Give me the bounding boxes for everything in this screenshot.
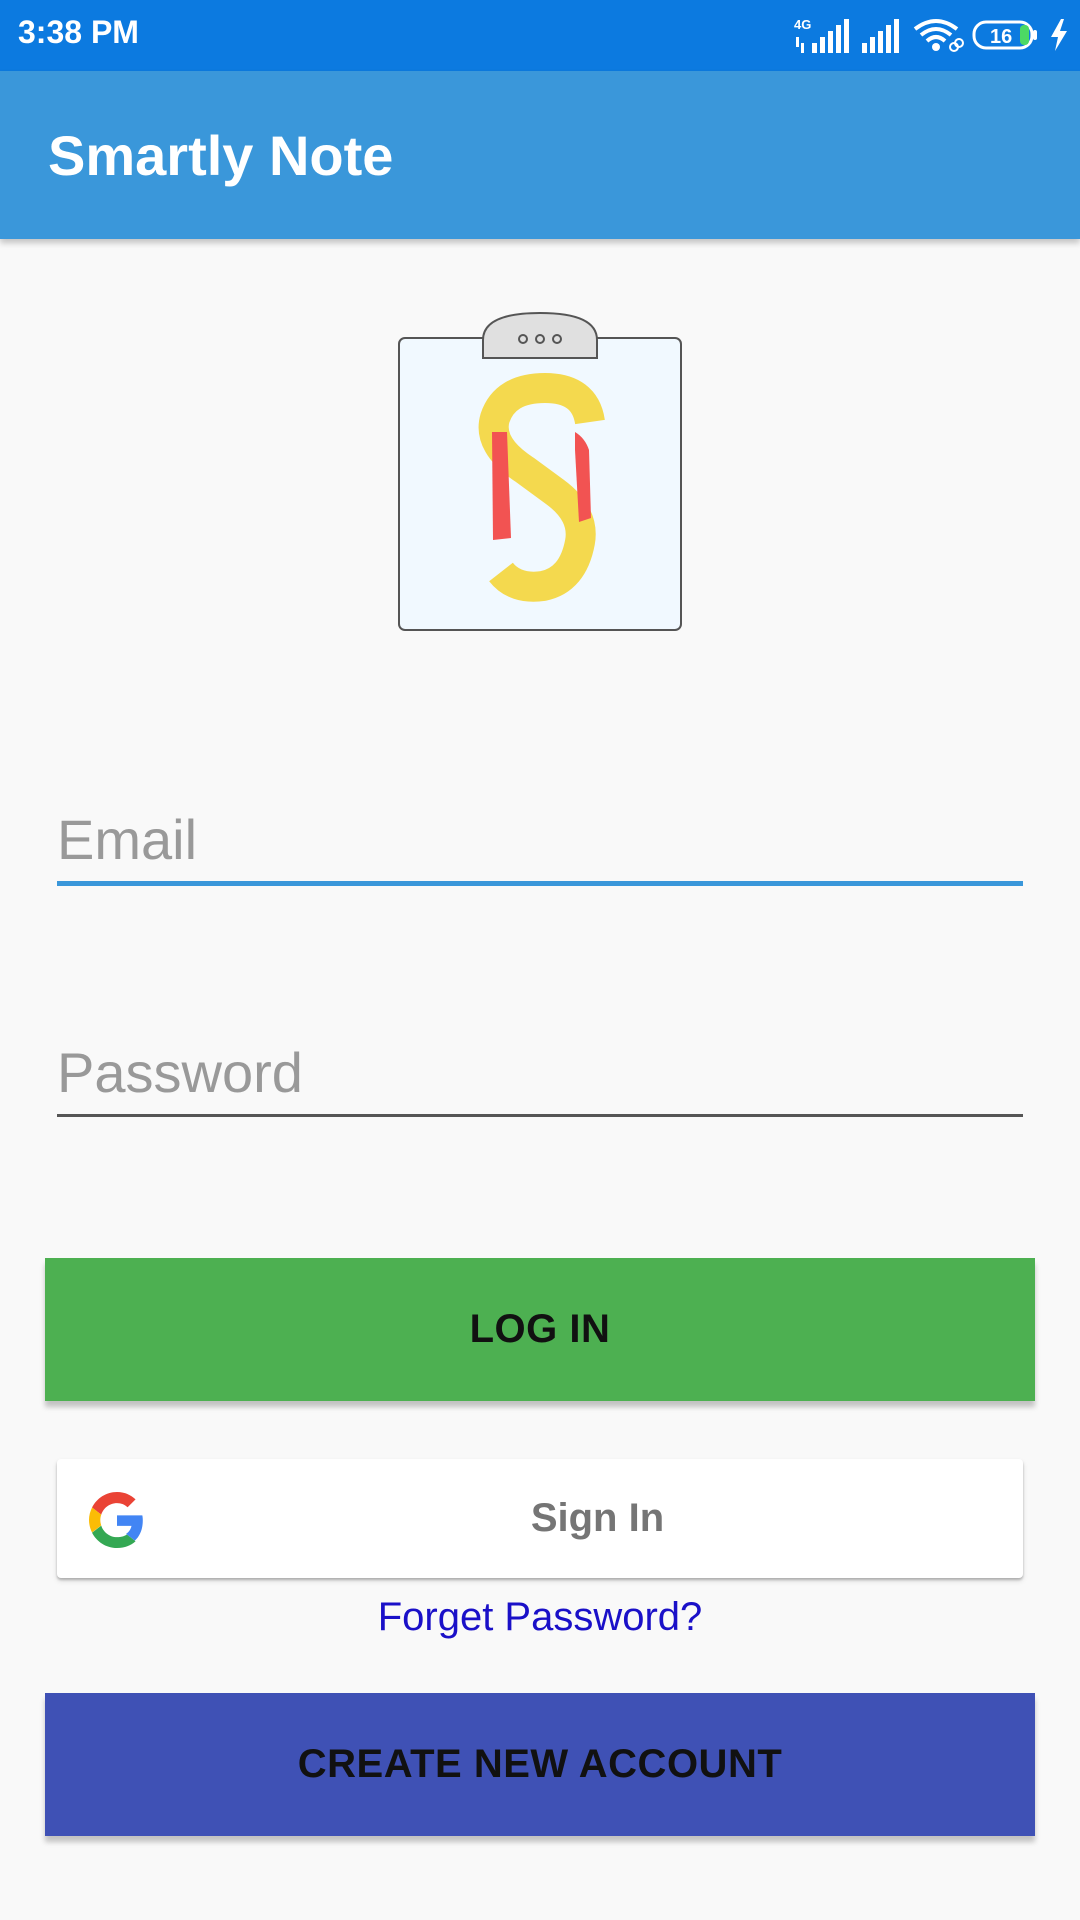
battery-icon: 16 [972,19,1040,51]
forget-password-link[interactable]: Forget Password? [0,1595,1080,1640]
signal-icon [860,15,904,55]
create-account-button[interactable]: CREATE NEW ACCOUNT [45,1693,1035,1836]
login-button-label: LOG IN [469,1307,611,1351]
status-time: 3:38 PM [18,14,139,50]
google-sign-in-button[interactable]: Sign In [57,1459,1023,1578]
password-field[interactable]: Password [57,1033,1023,1117]
wifi-icon [912,15,964,55]
password-underline [57,1114,1023,1117]
create-account-label: CREATE NEW ACCOUNT [297,1742,783,1786]
app-title: Smartly Note [48,124,394,187]
password-placeholder: Password [57,1041,303,1104]
signal-4g-icon: 4G [792,15,852,55]
google-sign-in-label: Sign In [530,1496,665,1540]
status-icons: 4G 16 [792,12,1070,58]
charging-icon [1048,18,1070,52]
network-type-label: 4G [794,17,811,32]
email-underline [57,881,1023,886]
app-logo [395,310,685,635]
email-placeholder: Email [57,808,198,871]
email-field[interactable]: Email [57,800,1023,886]
battery-percent: 16 [990,26,1012,48]
app-bar: Smartly Note [0,71,1080,239]
status-bar: 3:38 PM 4G 16 [0,0,1080,71]
login-button[interactable]: LOG IN [45,1258,1035,1401]
